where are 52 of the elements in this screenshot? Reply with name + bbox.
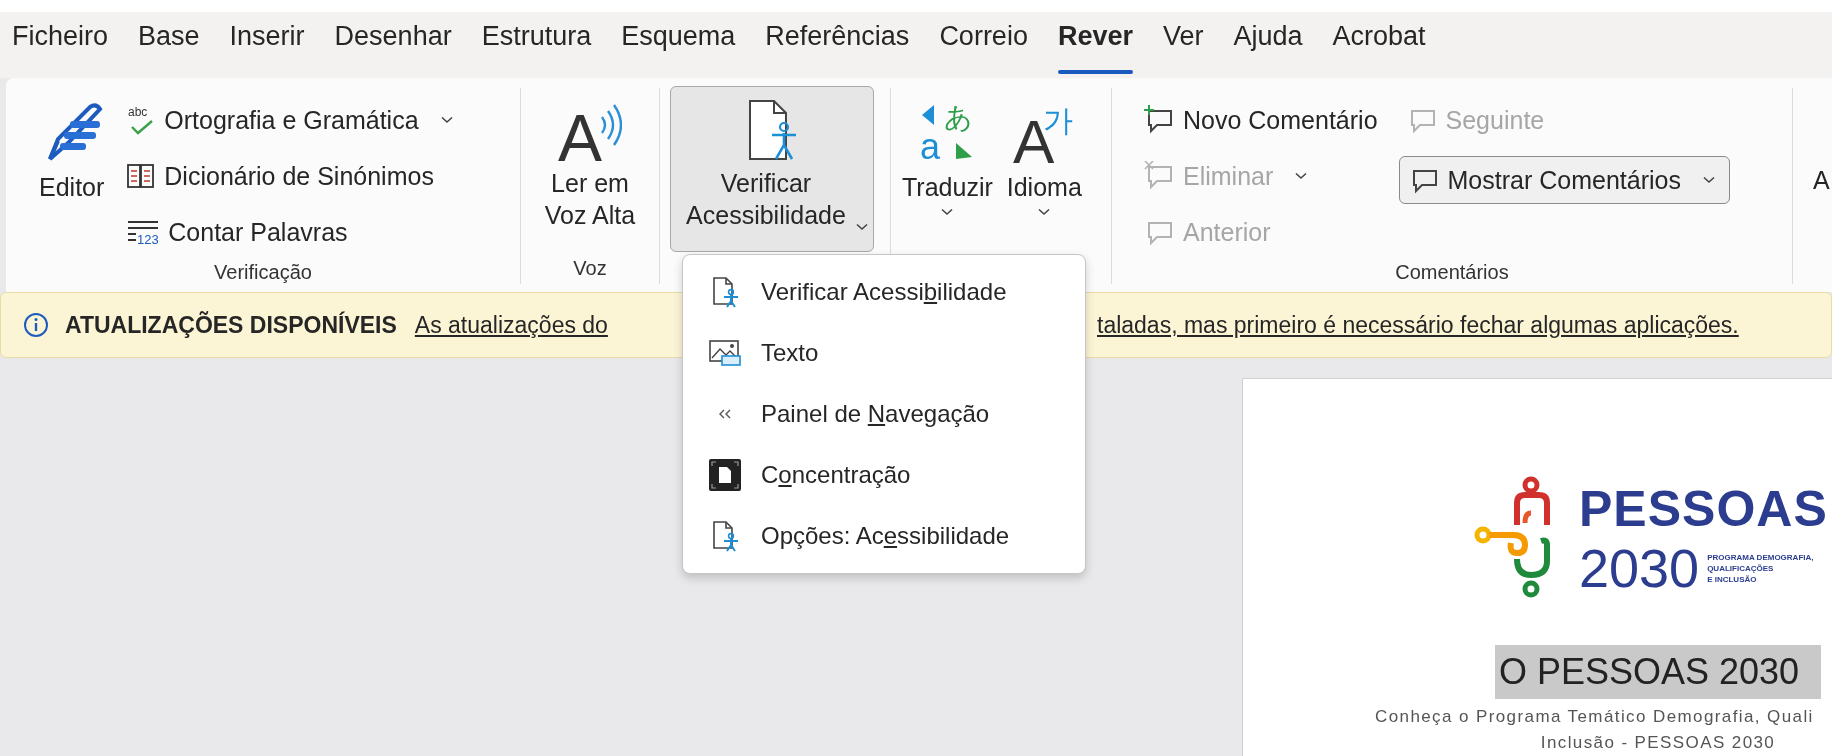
show-comments-button[interactable]: Mostrar Comentários <box>1398 156 1730 204</box>
caret-icon <box>1295 172 1308 180</box>
new-comment-icon <box>1143 105 1175 135</box>
notification-link[interactable]: taladas, mas primeiro é necessário fechar algumas aplicações. <box>1097 311 1739 339</box>
image-text-icon <box>708 337 742 368</box>
logo-title: PESSOAS <box>1579 480 1828 539</box>
ribbon-tab[interactable]: Esquema <box>608 12 749 78</box>
info-icon <box>23 312 49 338</box>
thesaurus-button[interactable]: Dicionário de Sinónimos <box>119 152 460 200</box>
document-heading: O PESSOAS 2030 <box>1494 645 1822 699</box>
word-count-button[interactable]: 123 Contar Palavras <box>119 208 460 256</box>
editor-button[interactable]: Editor <box>32 94 112 207</box>
book-icon <box>126 162 157 190</box>
menu-item[interactable]: Texto <box>683 322 1085 384</box>
notification-title: ATUALIZAÇÕES DISPONÍVEIS <box>65 311 397 339</box>
ribbon-tab[interactable]: Desenhar <box>321 12 465 78</box>
notification-link[interactable]: As atualizações do <box>414 311 608 339</box>
read-aloud-button[interactable]: A Ler em Voz Alta <box>537 94 643 236</box>
caret-icon <box>856 223 868 231</box>
focus-mode-icon <box>708 458 742 493</box>
ribbon-tab[interactable]: Referências <box>752 12 923 78</box>
spelling-button[interactable]: abc Ortografia e Gramática <box>119 96 460 144</box>
ribbon-tab[interactable]: Base <box>125 12 213 78</box>
double-chevron-icon <box>717 408 733 420</box>
document-subtitle: Inclusão - PESSOAS 2030 <box>1540 733 1776 753</box>
menu-item[interactable]: Verificar Acessibilidade <box>683 261 1085 323</box>
ribbon-label: A <box>1813 165 1830 195</box>
delete-comment-icon <box>1143 161 1175 191</box>
group-label: Voz <box>572 256 608 281</box>
logo-year: 2030 <box>1579 540 1700 596</box>
check-accessibility-button[interactable]: Verificar Acessibilidade <box>670 86 874 252</box>
translate-button[interactable]: あ a Traduzir <box>899 96 996 221</box>
menu-item[interactable]: Painel de Navegação <box>683 383 1085 445</box>
ribbon-tab[interactable]: Estrutura <box>468 12 605 78</box>
ribbon-tab[interactable]: Ajuda <box>1220 12 1316 78</box>
menu-item[interactable]: Opções: Acessibilidade <box>683 505 1085 567</box>
new-comment-button[interactable]: Novo Comentário <box>1136 96 1385 144</box>
menu-item[interactable]: Concentração <box>683 444 1085 506</box>
caret-icon <box>1702 176 1715 184</box>
caret-icon <box>1038 208 1051 216</box>
ribbon-tab[interactable]: Correio <box>926 12 1041 78</box>
caret-icon <box>440 116 453 124</box>
ribbon-tab[interactable]: Ficheiro <box>2 12 122 78</box>
group-label: Verificação <box>213 260 313 285</box>
caret-icon <box>941 208 954 216</box>
document-subtitle: Conheça o Programa Temático Demografia, Quali <box>1375 707 1815 727</box>
group-label: Comentários <box>1394 260 1510 285</box>
ribbon-tab[interactable]: Inserir <box>216 12 318 78</box>
ribbon-tab[interactable]: Acrobat <box>1319 12 1439 78</box>
logo-tagline: PROGRAMA DEMOGRAFIA, QUALIFICAÇÕES E INCLUSÃO <box>1707 551 1814 585</box>
ribbon-tab[interactable]: Ver <box>1149 12 1217 78</box>
ribbon-tab[interactable]: Rever <box>1044 12 1146 78</box>
